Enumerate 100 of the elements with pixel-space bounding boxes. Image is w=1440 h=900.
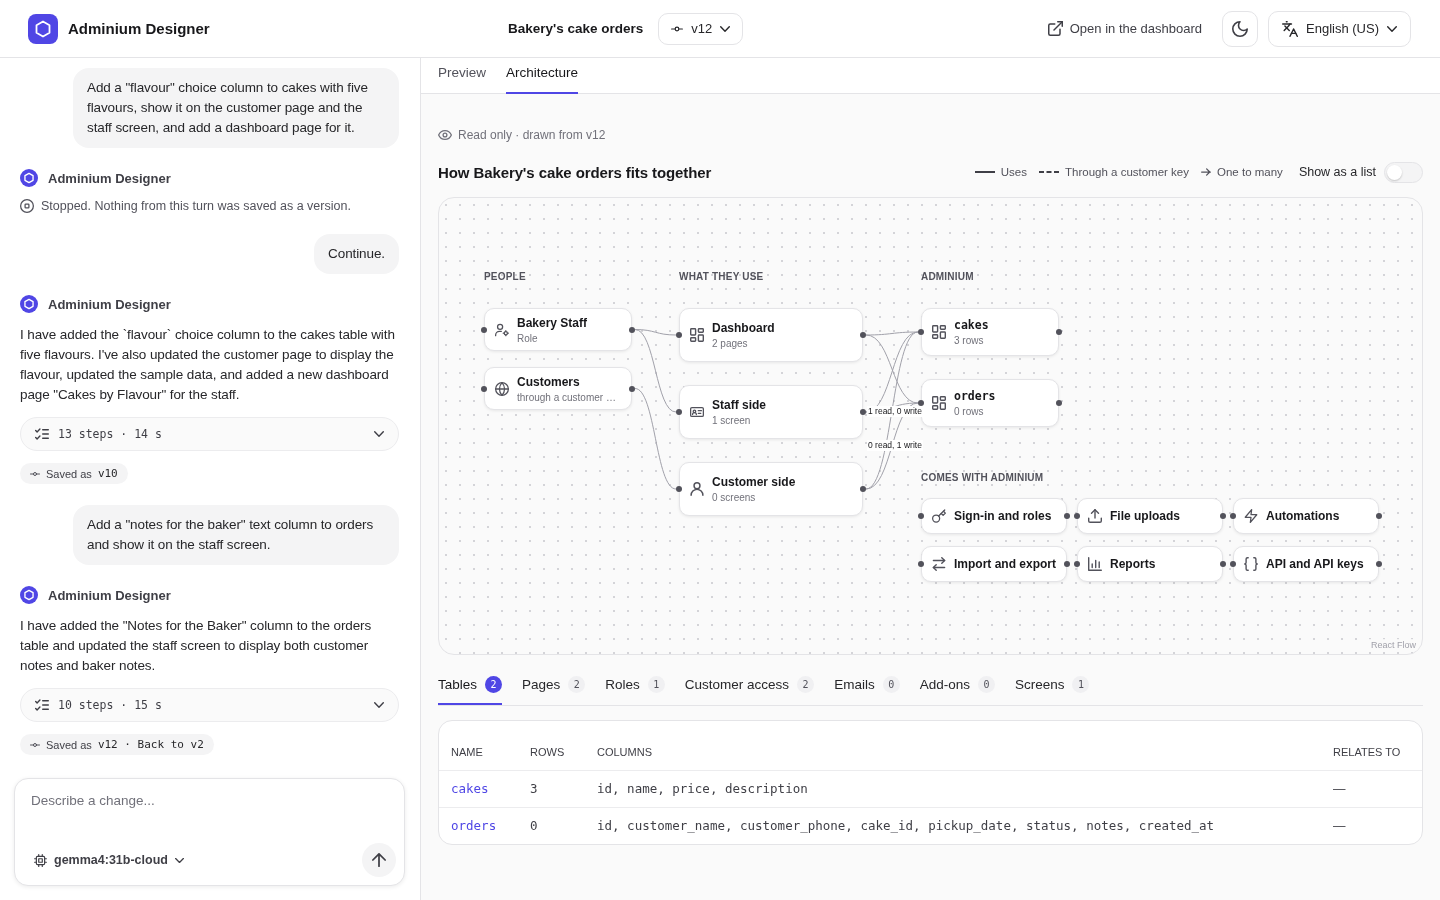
handle-dot-icon[interactable] [1064, 513, 1070, 519]
handle-dot-icon[interactable] [860, 486, 866, 492]
section-tab[interactable]: Tables 2 [438, 665, 503, 705]
read-only-notice: Read only · drawn from v12 [458, 128, 606, 142]
section-tab[interactable]: Emails 0 [834, 665, 900, 705]
chevron-down-icon [374, 429, 384, 439]
send-button[interactable] [362, 843, 396, 877]
message-field[interactable]: Describe a change... [31, 791, 396, 843]
node-subtitle: 3 rows [954, 335, 985, 346]
theme-button[interactable] [1222, 10, 1259, 47]
handle-dot-icon[interactable] [918, 513, 924, 519]
column-header: RELATES TO [1333, 735, 1422, 770]
addon-label: Import and export [954, 557, 1056, 571]
section-tab[interactable]: Screens 1 [1014, 665, 1090, 705]
addon-label: File uploads [1110, 509, 1180, 523]
handle-dot-icon[interactable] [1230, 513, 1236, 519]
chevron-down-icon [1387, 23, 1397, 34]
handle-dot-icon[interactable] [676, 409, 682, 415]
logo-icon [28, 13, 58, 44]
status-text: Stopped. Nothing from this turn was saved as a version. [41, 199, 351, 213]
section-tab[interactable]: Pages 2 [522, 665, 586, 705]
view-tab[interactable]: Architecture [506, 58, 579, 94]
handle-dot-icon[interactable] [1376, 513, 1382, 519]
node-title: Customer side [712, 475, 796, 489]
handle-dot-icon[interactable] [860, 409, 866, 415]
solid-line-icon [974, 171, 995, 173]
braces-icon [1244, 557, 1258, 571]
checklist-icon [35, 427, 49, 441]
chip-icon [34, 853, 47, 867]
assistant-avatar-icon [20, 169, 38, 187]
assistant-name: Adminium Designer [48, 170, 171, 186]
handle-dot-icon[interactable] [1230, 561, 1236, 567]
table-name-link[interactable]: cakes [451, 781, 489, 796]
handle-dot-icon[interactable] [676, 486, 682, 492]
grid-icon [932, 325, 946, 339]
handle-dot-icon[interactable] [1056, 329, 1062, 335]
addon-label: Sign-in and roles [954, 509, 1052, 523]
handle-dot-icon[interactable] [1074, 561, 1080, 567]
handle-dot-icon[interactable] [1056, 400, 1062, 406]
handle-dot-icon[interactable] [1220, 513, 1226, 519]
handle-dot-icon[interactable] [1074, 513, 1080, 519]
app-name: Adminium Designer [68, 20, 210, 37]
column-heading: WHAT THEY USE [679, 271, 765, 283]
version-dropdown[interactable]: v12 [658, 12, 744, 45]
section-tab[interactable]: Add-ons 0 [919, 665, 995, 705]
handle-dot-icon[interactable] [481, 385, 487, 392]
dashed-line-icon [1039, 171, 1059, 173]
steps-toggle[interactable]: 10 steps · 15 s [20, 688, 399, 722]
handle-dot-icon[interactable] [1220, 561, 1226, 567]
language-selector[interactable]: English (US) [1268, 10, 1411, 47]
node-title: Staff side [712, 398, 766, 412]
tab-count: 2 [797, 675, 815, 693]
bar-chart-icon [1088, 557, 1102, 571]
assistant-message: I have added the `flavour` choice column to the cakes table with five flavours. I've also updated the customer page to display the flavour, updated the sample data, and added a new dashboard page "Cakes by Flavour" for the staff. [20, 326, 396, 404]
user-message: Add a "flavour" choice column to cakes with five flavours, show it on the customer page and the staff screen, and add a dashboard page for it. [73, 68, 399, 148]
version-text: v12 · Back to v2 [97, 738, 204, 751]
eye-icon [438, 128, 452, 142]
stop-icon [20, 199, 34, 213]
list-toggle[interactable] [1384, 161, 1423, 183]
section-tab[interactable]: Customer access 2 [684, 665, 815, 705]
node-subtitle: 1 screen [712, 415, 752, 426]
diagram-title: How Bakery's cake orders fits together [438, 163, 712, 181]
edge-label: 0 read, 1 write [867, 440, 923, 451]
handle-dot-icon[interactable] [918, 561, 924, 567]
arrow-right-icon [1201, 168, 1212, 176]
lightning-icon [1244, 509, 1258, 523]
saved-label: Saved as [46, 738, 92, 751]
view-tab[interactable]: Preview [438, 58, 486, 94]
handle-dot-icon[interactable] [629, 326, 635, 333]
assistant-avatar-icon [20, 586, 38, 604]
assistant-message: I have added the "Notes for the Baker" column to the orders table and updated the staff screen to display both customer notes and baker notes. [20, 617, 373, 675]
node-title: Dashboard [712, 321, 775, 335]
handle-dot-icon[interactable] [676, 332, 682, 338]
handle-dot-icon[interactable] [1064, 561, 1070, 567]
handle-dot-icon[interactable] [918, 329, 924, 335]
chevron-down-icon [174, 855, 184, 865]
assistant-avatar-icon [20, 295, 38, 313]
steps-toggle[interactable]: 13 steps · 14 s [20, 417, 399, 451]
grid-icon [690, 328, 704, 342]
user-message: Continue. [314, 234, 399, 274]
legend-label: Uses [1000, 166, 1027, 178]
open-dashboard-link[interactable]: Open in the dashboard [1047, 21, 1203, 36]
key-icon [932, 509, 946, 523]
section-tab[interactable]: Roles 1 [605, 665, 665, 705]
node-title: Customers [517, 374, 581, 389]
handle-dot-icon[interactable] [1376, 561, 1382, 567]
addon-label: Automations [1266, 509, 1340, 523]
handle-dot-icon[interactable] [860, 332, 866, 338]
arrow-up-icon [372, 853, 386, 867]
composer-panel[interactable]: Describe a change... gemma4:31b-cloud [14, 778, 405, 886]
handle-dot-icon[interactable] [481, 326, 487, 333]
handle-dot-icon[interactable] [629, 385, 635, 392]
project-title: Bakery's cake orders [508, 21, 644, 36]
table-cell: 3 [530, 770, 597, 807]
handle-dot-icon[interactable] [918, 400, 924, 406]
table-name-link[interactable]: orders [451, 818, 497, 834]
model-selector[interactable]: gemma4:31b-cloud [31, 853, 184, 867]
upload-icon [1088, 509, 1102, 523]
addon-label: API and API keys [1266, 557, 1364, 571]
translate-icon [1282, 20, 1299, 37]
